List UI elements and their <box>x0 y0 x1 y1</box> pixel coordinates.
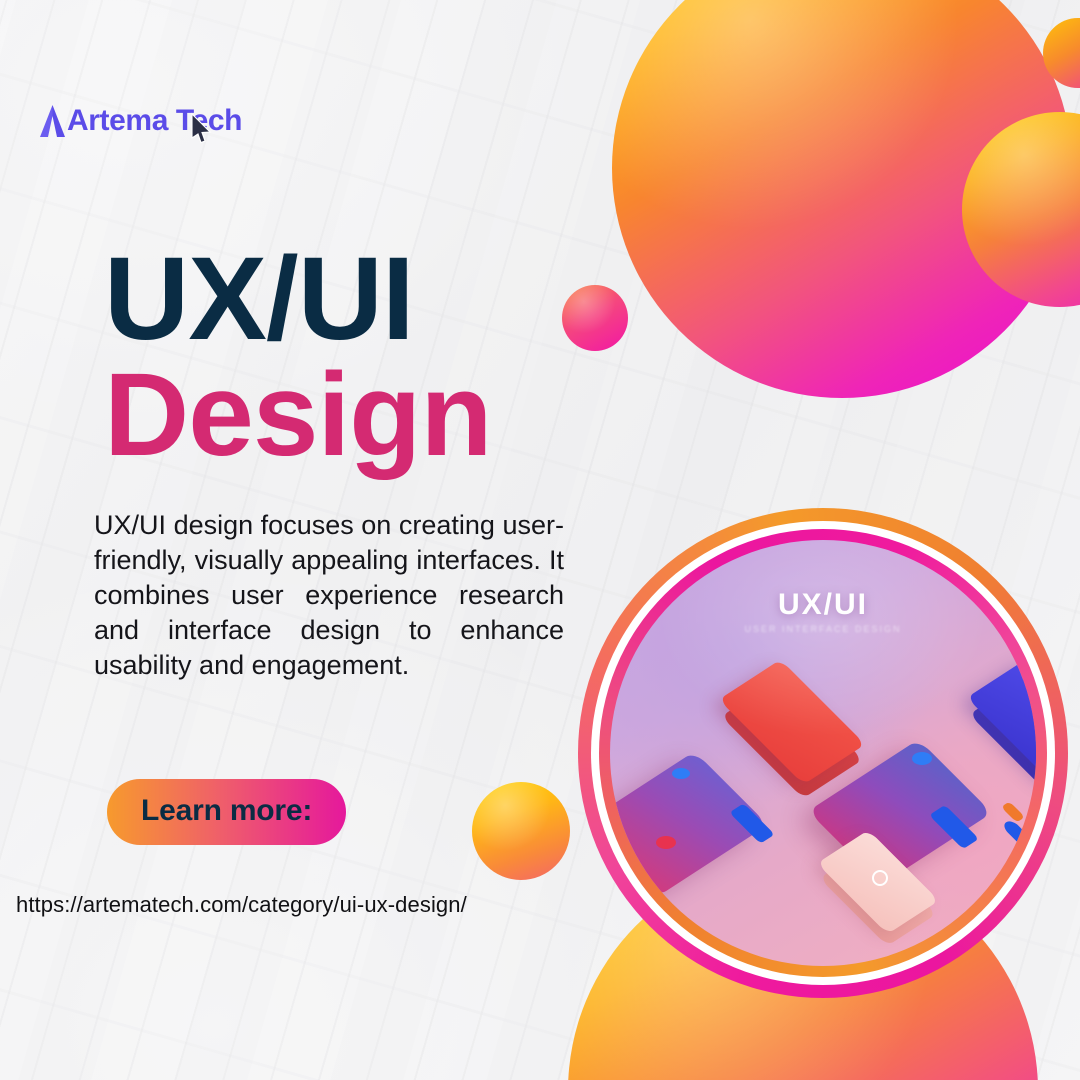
decor-circle-pink-dot <box>562 285 628 351</box>
page-title: UX/UI Design <box>104 233 492 481</box>
feature-image-overlay-title: UX/UI <box>777 588 868 621</box>
feature-image-ring-gap: UX/UI USER INTERFACE DESIGN <box>591 521 1055 985</box>
feature-image-photo: UX/UI USER INTERFACE DESIGN <box>610 540 1036 966</box>
learn-more-button[interactable]: Learn more: <box>107 779 347 845</box>
decor-circle-orange-ball <box>472 782 570 880</box>
feature-image-overlay-subtitle: USER INTERFACE DESIGN <box>744 624 902 634</box>
feature-image-ring-outer: UX/UI USER INTERFACE DESIGN <box>578 508 1068 998</box>
triangle-a-icon <box>40 105 65 137</box>
iso-chip-orange-right <box>1000 801 1026 823</box>
site-url-link[interactable]: https://artematech.com/category/ui-ux-de… <box>16 892 467 918</box>
iso-dot-blue-left <box>672 768 690 779</box>
iso-icon-peach-ring <box>872 870 888 886</box>
iso-dot-blue-right <box>912 752 932 765</box>
iso-dot-red-left <box>656 836 676 849</box>
headline-line-1: UX/UI <box>104 233 415 365</box>
cursor-arrow-icon <box>191 112 212 144</box>
social-post-canvas: Artema Tech UX/UI Design UX/UI design fo… <box>0 0 1080 1080</box>
body-paragraph: UX/UI design focuses on creating user-fr… <box>94 510 564 681</box>
feature-image-ring-inner: UX/UI USER INTERFACE DESIGN <box>599 529 1047 977</box>
iso-chip-bar-right <box>1000 818 1036 866</box>
headline-line-2: Design <box>104 348 492 481</box>
